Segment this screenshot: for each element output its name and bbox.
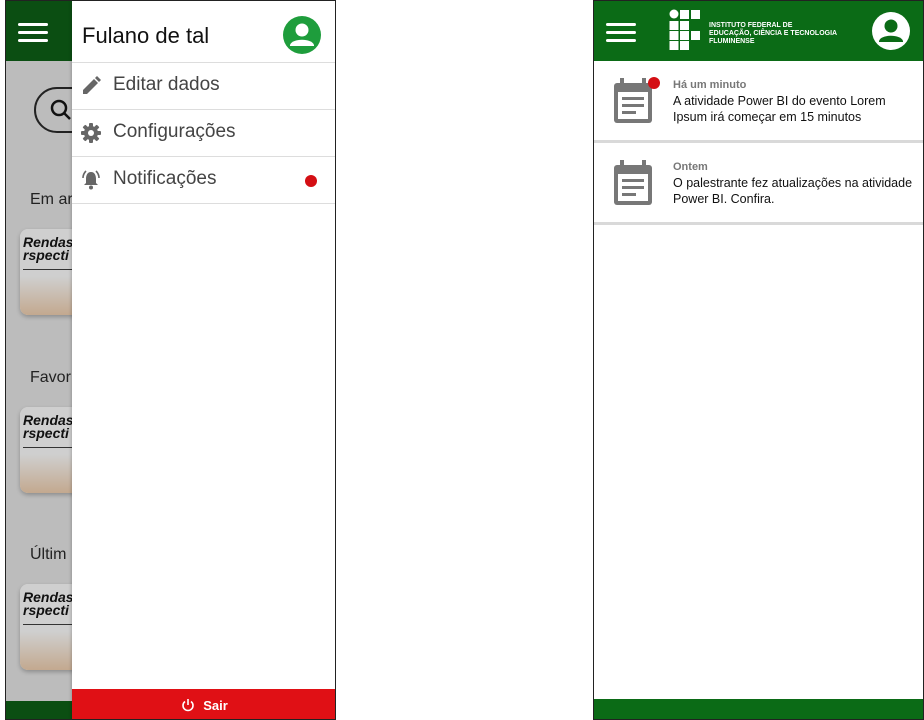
navigation-drawer: Fulano de tal Editar dados Configurações… — [72, 1, 335, 719]
search-icon — [50, 99, 71, 120]
notification-text: O palestrante fez atualizações na ativid… — [673, 176, 913, 206]
logo-text: INSTITUTO FEDERAL DE EDUCAÇÃO, CIÊNCIA E… — [709, 22, 838, 45]
calendar-icon — [614, 160, 652, 205]
unread-badge — [648, 77, 660, 89]
logo-grid-icon — [669, 9, 700, 50]
section-title-favorites: Favor — [30, 369, 71, 386]
power-icon — [182, 699, 194, 712]
event-card-subtitle: rspecti — [23, 425, 69, 441]
institution-logo: INSTITUTO FEDERAL DE EDUCAÇÃO, CIÊNCIA E… — [669, 9, 839, 53]
notification-item[interactable]: Há um minuto A atividade Power BI do eve… — [594, 61, 923, 143]
user-avatar-icon[interactable] — [283, 16, 321, 54]
menu-icon[interactable] — [606, 23, 636, 42]
event-card-subtitle: rspecti — [23, 602, 69, 618]
notification-text: A atividade Power BI do evento Lorem Ips… — [673, 94, 886, 124]
section-title-latest: Últim — [30, 546, 67, 563]
logout-button[interactable]: Sair — [72, 689, 335, 719]
phone-right-notifications: INSTITUTO FEDERAL DE EDUCAÇÃO, CIÊNCIA E… — [593, 0, 924, 720]
notification-time: Há um minuto — [673, 79, 747, 91]
menu-item-settings[interactable]: Configurações — [72, 110, 335, 157]
phone-left-drawer-open: Em ar Rendas rspecti Favor Rendas rspect… — [5, 0, 336, 720]
menu-item-label: Configurações — [113, 121, 236, 142]
bell-ringing-icon — [82, 170, 100, 190]
menu-item-label: Notificações — [113, 168, 217, 189]
notification-list: Há um minuto A atividade Power BI do eve… — [594, 61, 923, 225]
logout-label: Sair — [203, 697, 228, 713]
gear-icon — [81, 123, 101, 143]
notification-item[interactable]: Ontem O palestrante fez atualizações na … — [594, 143, 923, 225]
user-avatar-icon[interactable] — [872, 12, 910, 50]
user-name: Fulano de tal — [82, 23, 210, 48]
menu-item-notifications[interactable]: Notificações — [72, 157, 335, 204]
app-header: INSTITUTO FEDERAL DE EDUCAÇÃO, CIÊNCIA E… — [594, 1, 923, 61]
event-card-subtitle: rspecti — [23, 247, 69, 263]
notification-badge — [305, 175, 317, 187]
section-title-in-progress: Em ar — [30, 191, 73, 208]
pencil-icon — [83, 76, 101, 94]
menu-item-label: Editar dados — [113, 74, 220, 95]
menu-item-edit-profile[interactable]: Editar dados — [72, 63, 335, 110]
menu-icon[interactable] — [18, 23, 48, 42]
drawer-header: Fulano de tal — [72, 1, 335, 63]
app-footer — [594, 699, 923, 719]
notification-time: Ontem — [673, 161, 708, 173]
